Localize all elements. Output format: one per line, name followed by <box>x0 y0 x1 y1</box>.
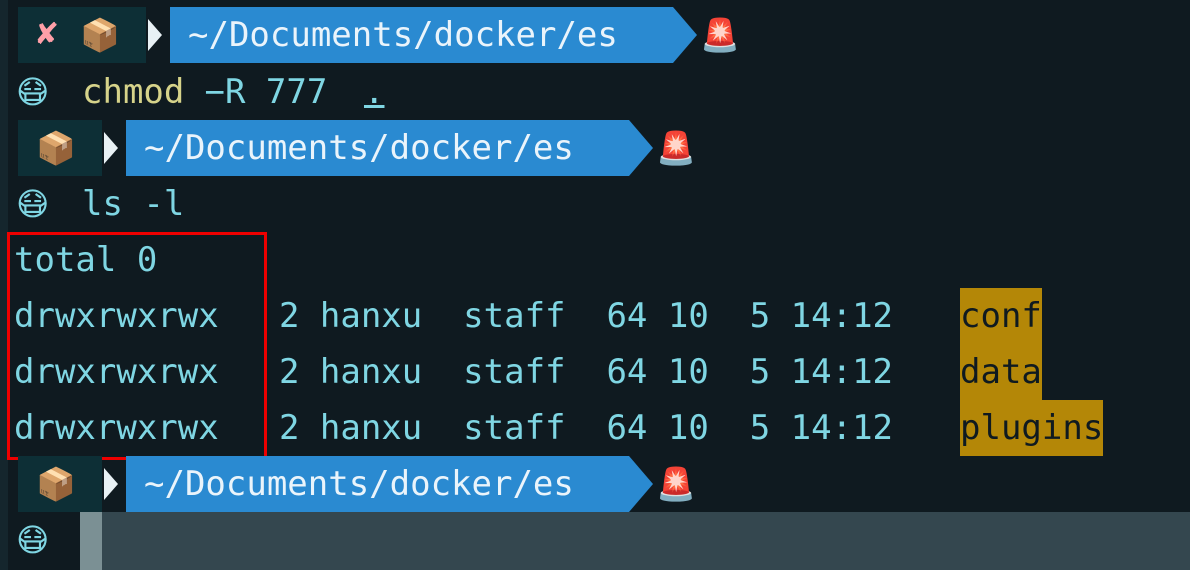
command-name: ls -l <box>82 184 185 224</box>
cwd-path: ~/Documents/docker/es <box>188 15 618 55</box>
prompt-line-2: 📦 ~/Documents/docker/es 🚨 <box>0 120 1190 176</box>
row-info: 2 hanxu staff 64 10 5 14:12 <box>238 296 914 336</box>
alarm-icon: 🚨 <box>700 16 740 54</box>
separator-arrow-icon <box>104 468 118 500</box>
package-icon: 📦 <box>80 16 120 54</box>
command-args: −R 777 <box>184 72 348 112</box>
cwd-arrow-icon <box>629 456 653 512</box>
row-info: 2 hanxu staff 64 10 5 14:12 <box>238 352 914 392</box>
cwd-path: ~/Documents/docker/es <box>144 128 574 168</box>
separator-arrow-icon <box>104 132 118 164</box>
mask-face-icon: 😷 <box>16 185 50 223</box>
input-line: 😷 <box>0 512 1190 568</box>
cwd-segment: ~/Documents/docker/es <box>126 456 629 512</box>
row-dir-name: plugins <box>960 400 1104 456</box>
cwd-segment: ~/Documents/docker/es <box>126 120 629 176</box>
prompt-line-1: ✘ 📦 ~/Documents/docker/es 🚨 <box>0 7 1190 63</box>
package-icon: 📦 <box>36 129 76 167</box>
cwd-arrow-icon <box>673 7 697 63</box>
command-line-1: 😷 chmod −R 777 . <box>0 64 1190 120</box>
separator-arrow-icon <box>148 19 162 51</box>
row-dir-name: conf <box>960 288 1042 344</box>
mask-face-icon: 😷 <box>16 73 50 111</box>
command-path: . <box>364 72 385 112</box>
cwd-path: ~/Documents/docker/es <box>144 464 574 504</box>
cwd-arrow-icon <box>629 120 653 176</box>
fail-icon: ✘ <box>34 17 60 52</box>
row-info: 2 hanxu staff 64 10 5 14:12 <box>238 408 914 448</box>
cwd-segment: ~/Documents/docker/es <box>170 7 673 63</box>
alarm-icon: 🚨 <box>656 129 696 167</box>
package-icon: 📦 <box>36 465 76 503</box>
prompt-line-3: 📦 ~/Documents/docker/es 🚨 <box>0 456 1190 512</box>
alarm-icon: 🚨 <box>656 465 696 503</box>
annotation-highlight-box <box>7 232 267 460</box>
mask-face-icon: 😷 <box>16 521 50 559</box>
command-line-2: 😷 ls -l <box>0 176 1190 232</box>
row-dir-name: data <box>960 344 1042 400</box>
command-name: chmod <box>82 72 185 112</box>
